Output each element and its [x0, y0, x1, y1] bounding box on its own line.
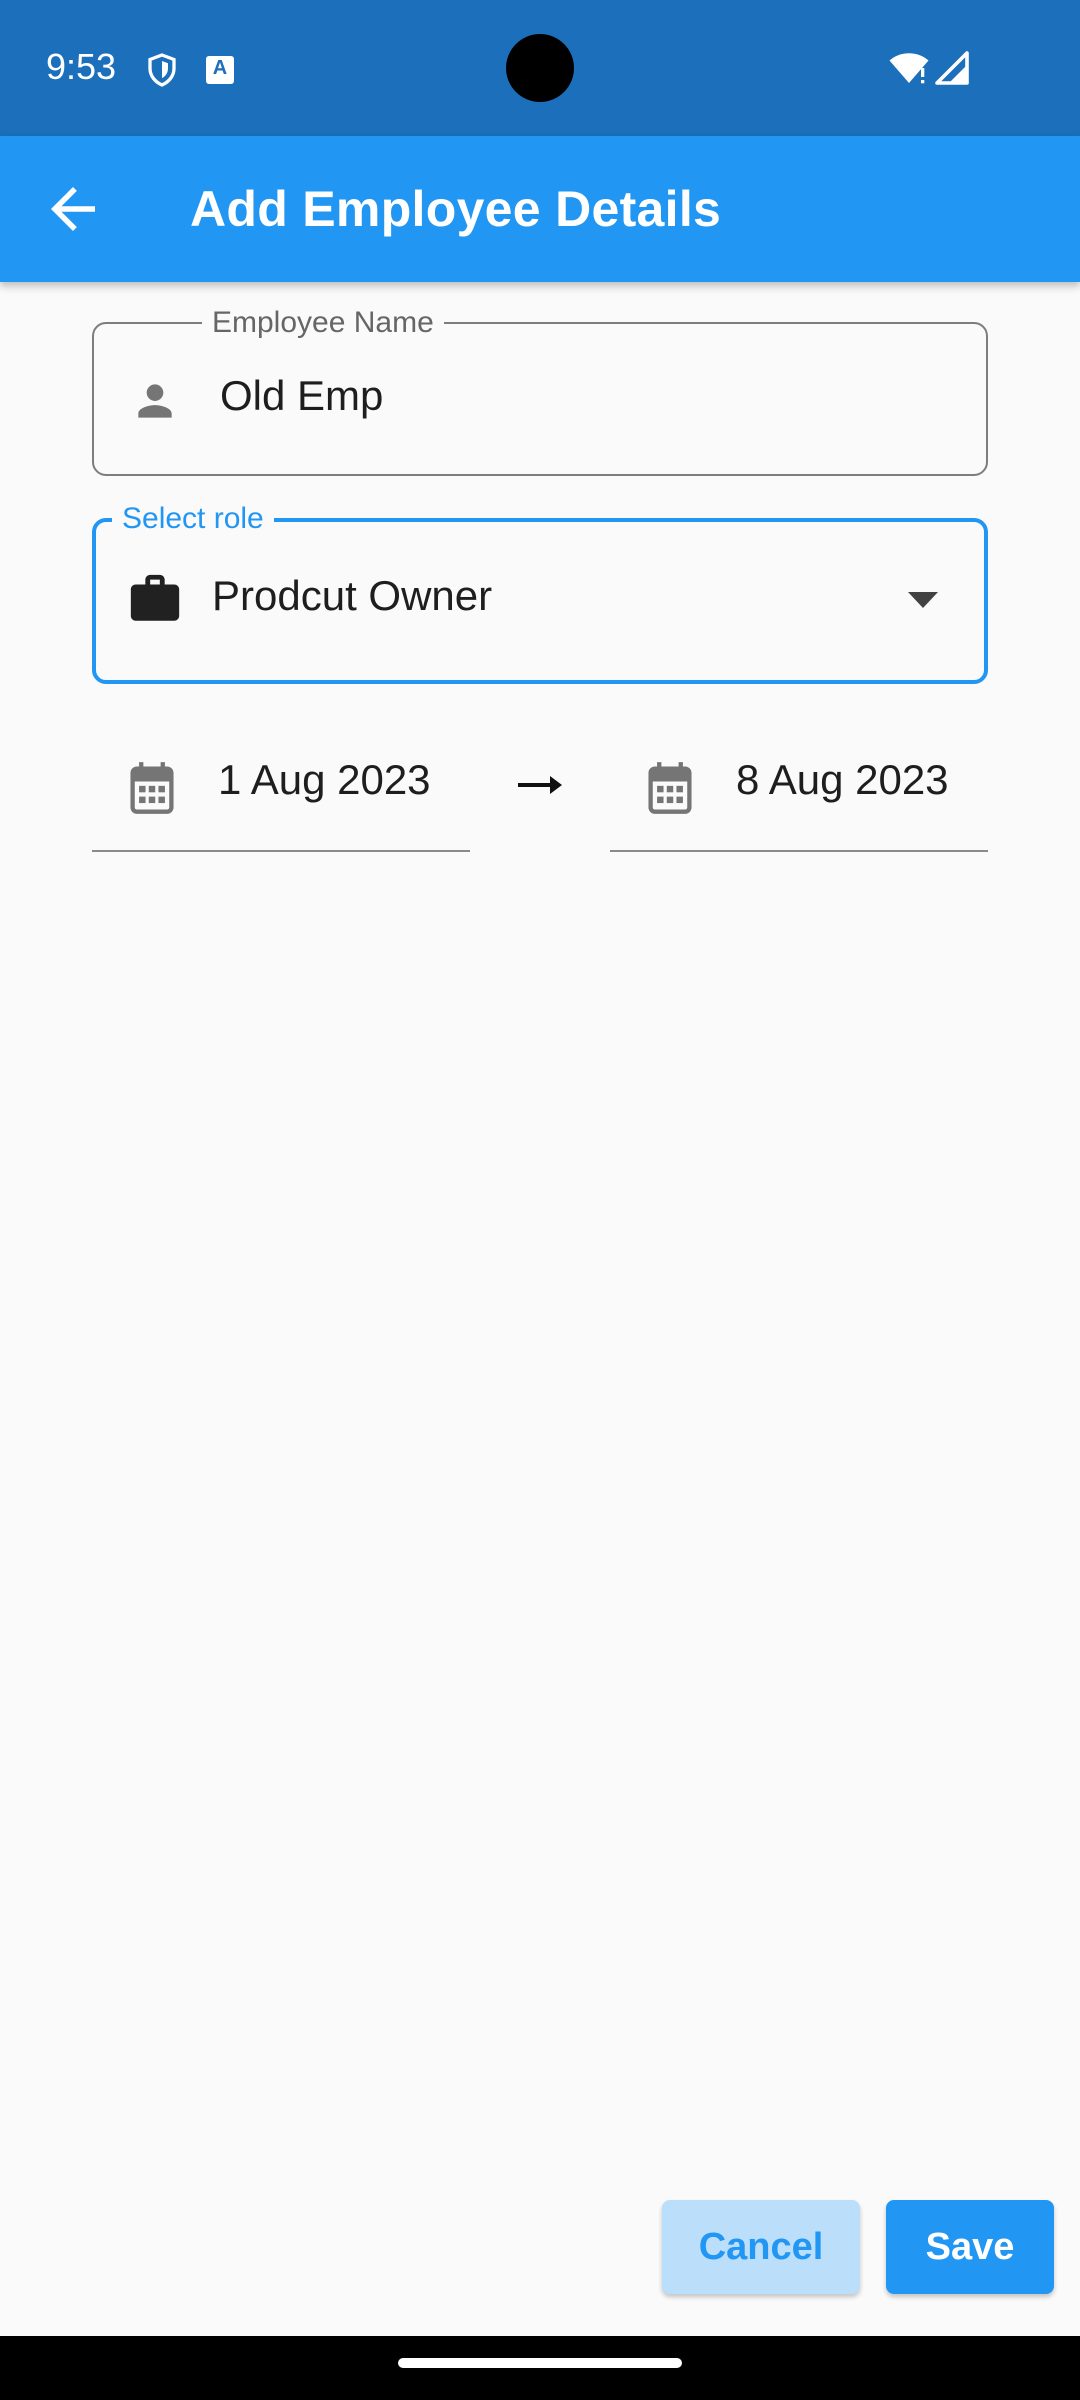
role-label: Select role [112, 502, 274, 536]
employee-name-label: Employee Name [202, 306, 444, 340]
save-button[interactable]: Save [886, 2200, 1054, 2294]
end-date-value: 8 Aug 2023 [736, 756, 949, 803]
status-bar: 9:53 A [0, 0, 1080, 136]
status-time: 9:53 [46, 46, 117, 87]
wifi-icon [889, 53, 929, 84]
page-title: Add Employee Details [190, 181, 722, 237]
camera-cutout [506, 34, 574, 102]
arrow-right-icon [518, 776, 562, 794]
app-bar: Add Employee Details [0, 136, 1080, 282]
navigation-bar [0, 2336, 1080, 2400]
employee-name-value: Old Emp [220, 372, 384, 419]
chevron-down-icon[interactable] [906, 590, 940, 612]
employee-name-field[interactable]: Employee Name Old Emp [92, 306, 988, 476]
role-select[interactable]: Select role Prodcut Owner [92, 502, 988, 684]
shield-icon [148, 53, 176, 87]
signal-icon [935, 51, 969, 85]
person-icon [138, 384, 172, 418]
start-date-value: 1 Aug 2023 [218, 756, 431, 803]
end-date-field[interactable]: 8 Aug 2023 [610, 730, 988, 852]
briefcase-icon [130, 574, 180, 621]
arrow-back-icon[interactable] [40, 176, 106, 242]
role-value: Prodcut Owner [212, 572, 493, 619]
translate-a-icon: A [206, 56, 234, 84]
calendar-icon [130, 762, 174, 814]
translate-a-glyph: A [212, 57, 228, 79]
start-date-field[interactable]: 1 Aug 2023 [92, 730, 470, 852]
home-indicator[interactable] [398, 2358, 682, 2368]
calendar-icon [648, 762, 692, 814]
cancel-button[interactable]: Cancel [662, 2200, 860, 2294]
screen: 9:53 A Add Employee Details Employee Nam… [0, 0, 1080, 2400]
